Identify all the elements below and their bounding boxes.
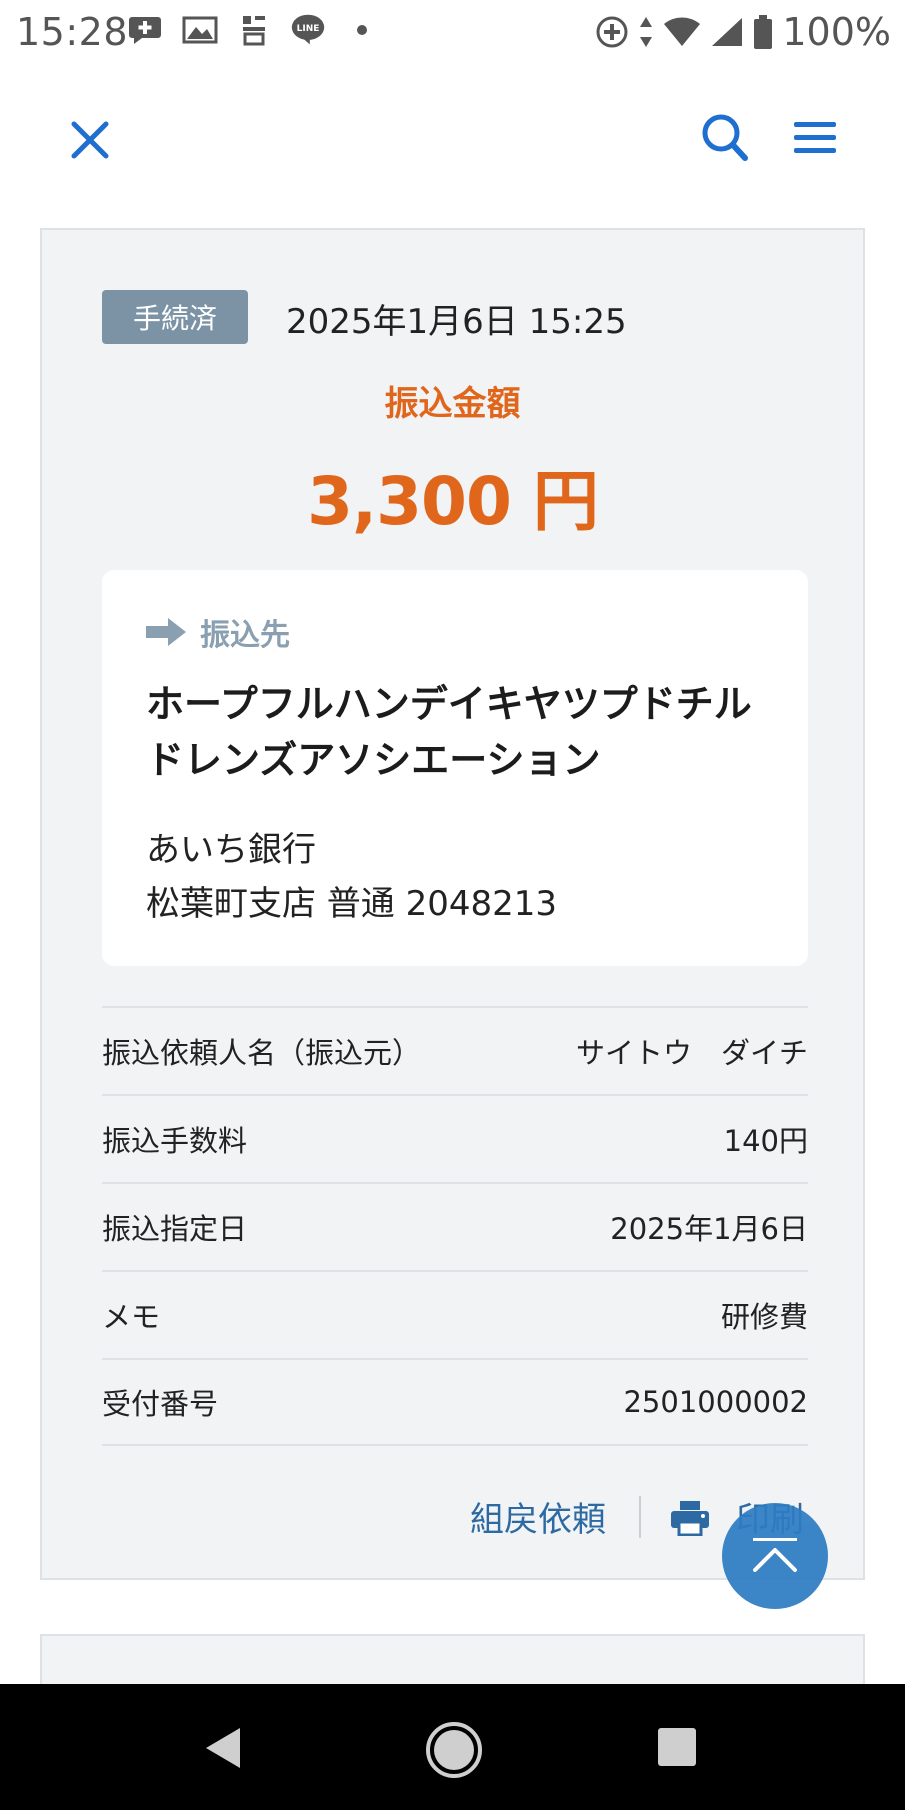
search-icon — [702, 114, 748, 161]
detail-value: 140円 — [723, 1124, 808, 1158]
transfer-detail-card: 手続済 2025年1月6日 15:25 振込金額 3,300 円 振込先 ホープ… — [40, 228, 865, 1580]
home-icon[interactable] — [424, 1720, 484, 1780]
detail-row-memo: メモ 研修費 — [102, 1270, 808, 1358]
detail-label: 振込手数料 — [102, 1124, 248, 1158]
detail-value: 2501000002 — [623, 1385, 808, 1419]
transfer-amount: 3,300 円 — [307, 463, 599, 540]
detail-label: 振込指定日 — [102, 1212, 248, 1246]
status-badge: 手続済 — [102, 290, 248, 344]
status-bar: 15:28 LINE 100% — [0, 0, 905, 64]
detail-label: 振込依頼人名（振込元） — [102, 1036, 422, 1070]
detail-row-date: 振込指定日 2025年1月6日 — [102, 1182, 808, 1270]
payee-box: 振込先 ホープフルハンデイキヤツプドチルドレンズアソシエーション あいち銀行 松… — [102, 570, 808, 966]
detail-table: 振込依頼人名（振込元） サイトウ ダイチ 振込手数料 140円 振込指定日 20… — [102, 1006, 808, 1446]
system-icons: 100% — [594, 10, 891, 54]
app-header — [0, 64, 905, 214]
notification-icons: LINE — [128, 12, 380, 48]
refund-request-link[interactable]: 組戻依頼 — [470, 1492, 606, 1541]
amount-label: 振込金額 — [384, 384, 521, 424]
line-icon: LINE — [290, 12, 326, 48]
scroll-top-button[interactable] — [722, 1503, 828, 1609]
app-icon — [236, 12, 272, 48]
detail-label: 受付番号 — [102, 1387, 219, 1421]
search-button[interactable] — [700, 112, 750, 164]
detail-row-receipt-number: 受付番号 2501000002 — [102, 1358, 808, 1446]
arrow-right-icon — [146, 618, 186, 646]
detail-value: 研修費 — [720, 1300, 808, 1334]
chevron-up-icon — [753, 1538, 797, 1572]
payee-label: 振込先 — [200, 618, 290, 653]
close-button[interactable] — [64, 114, 116, 166]
detail-value: サイトウ ダイチ — [575, 1036, 808, 1070]
chat-plus-icon — [128, 12, 164, 48]
detail-row-fee: 振込手数料 140円 — [102, 1094, 808, 1182]
dot-icon — [344, 12, 380, 48]
menu-button[interactable] — [792, 116, 838, 160]
status-time: 15:28 — [16, 10, 129, 54]
printer-icon[interactable] — [670, 1500, 710, 1536]
branch-account: 松葉町支店 普通 2048213 — [146, 884, 558, 924]
transfer-datetime: 2025年1月6日 15:25 — [286, 302, 627, 342]
payee-name: ホープフルハンデイキヤツプドチルドレンズアソシエーション — [146, 682, 752, 782]
detail-row-sender: 振込依頼人名（振込元） サイトウ ダイチ — [102, 1006, 808, 1094]
detail-label: メモ — [102, 1300, 161, 1334]
recents-icon[interactable] — [658, 1728, 696, 1766]
svg-text:LINE: LINE — [297, 24, 320, 34]
battery-percent: 100% — [782, 10, 891, 54]
gallery-icon — [182, 12, 218, 48]
bank-name: あいち銀行 — [146, 830, 316, 870]
payee-header: 振込先 — [146, 610, 290, 654]
action-divider — [639, 1496, 641, 1538]
battery-icon — [754, 15, 773, 49]
close-icon — [71, 121, 109, 159]
sync-icon — [596, 16, 628, 48]
wifi-icon — [664, 17, 701, 46]
detail-value: 2025年1月6日 — [610, 1212, 808, 1246]
back-icon[interactable] — [200, 1724, 244, 1772]
data-arrows-icon — [640, 17, 653, 47]
signal-icon — [712, 18, 743, 46]
menu-icon — [794, 122, 836, 153]
